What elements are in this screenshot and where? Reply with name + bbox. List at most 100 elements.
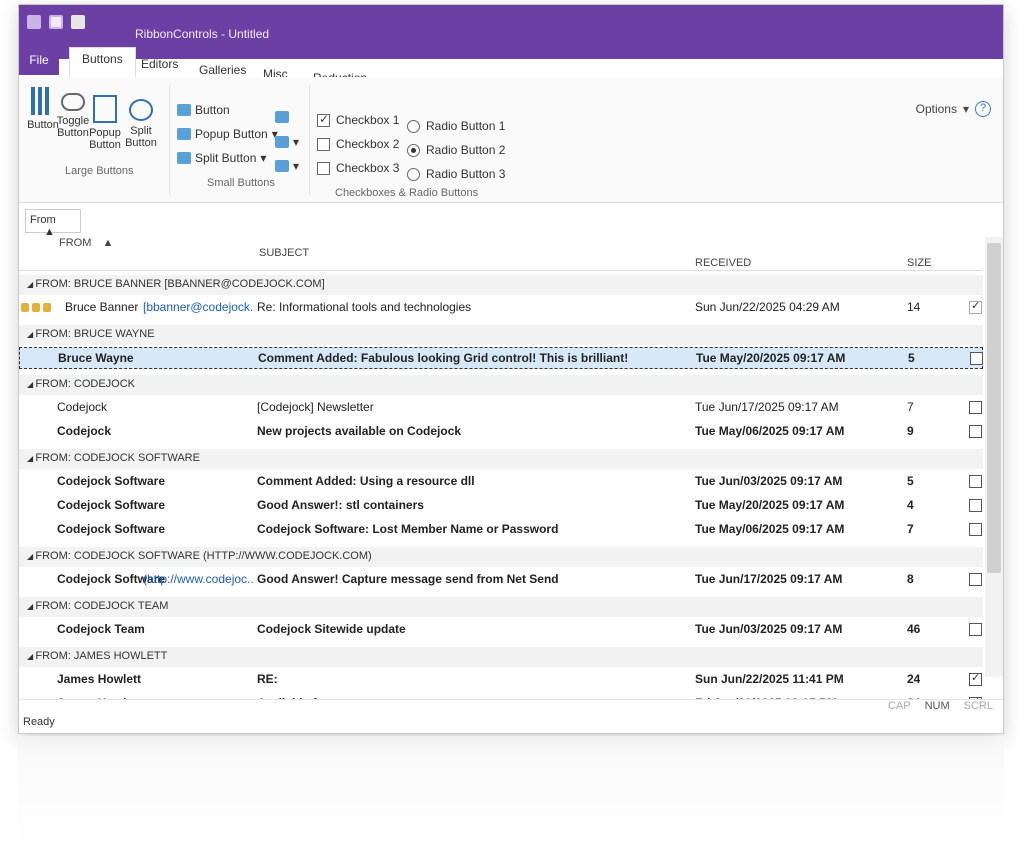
table-row[interactable]: Codejock New projects available on Codejo… xyxy=(19,421,983,443)
cell-from: Codejock xyxy=(57,400,108,414)
flag-checkbox[interactable] xyxy=(969,299,982,314)
icon-split-button[interactable]: ▾ xyxy=(275,159,299,173)
print-icon[interactable] xyxy=(71,15,85,29)
checkbox-box[interactable] xyxy=(317,112,330,127)
split-button[interactable]: Split Button xyxy=(123,99,159,149)
cell-subject: Good Answer! Capture message send from N… xyxy=(257,572,559,586)
flag-checkbox[interactable] xyxy=(970,352,983,365)
toggle-button-label: Toggle Button xyxy=(56,115,90,139)
column-size[interactable]: SIZE xyxy=(907,257,931,269)
cell-received: Tue Jun/03/2025 09:17 AM xyxy=(695,622,843,636)
group-row[interactable]: ◢ FROM: BRUCE BANNER [BBANNER@CODEJOCK.C… xyxy=(19,275,983,295)
quick-access-toolbar xyxy=(27,15,85,29)
group-row[interactable]: ◢ FROM: CODEJOCK SOFTWARE xyxy=(19,449,983,469)
cell-received: Sun Jun/22/2025 11:41 PM xyxy=(695,672,844,686)
radio-3[interactable]: Radio Button 3 xyxy=(407,167,505,181)
tab-editors[interactable]: Editors xyxy=(129,53,190,75)
checkbox-3[interactable]: Checkbox 3 xyxy=(317,161,399,175)
table-row[interactable]: Bruce Wayne Comment Added: Fabulous looki… xyxy=(19,347,983,369)
group-row[interactable]: ◢ FROM: CODEJOCK xyxy=(19,375,983,395)
checkbox-box[interactable] xyxy=(317,137,330,151)
checkbox-2[interactable]: Checkbox 2 xyxy=(317,137,399,151)
popup-button-label: Popup Button xyxy=(89,127,121,151)
cell-received: Tue Jun/17/2025 09:17 AM xyxy=(695,572,843,586)
table-row[interactable]: Codejock [Codejock] Newsletter Tue Jun/17/… xyxy=(19,397,983,419)
small-button[interactable]: Button xyxy=(177,103,230,117)
tab-buttons[interactable]: Buttons xyxy=(69,47,136,77)
message-grid: FROM ▲ SUBJECT RECEIVED SIZE ◢ FROM: BRU… xyxy=(19,237,983,733)
table-row[interactable]: Codejock Software (http://www.codejoc... G… xyxy=(19,569,983,591)
cell-size: 7 xyxy=(907,400,914,414)
radio-2[interactable]: Radio Button 2 xyxy=(407,143,505,157)
table-row[interactable]: James Howlett RE: Sun Jun/22/2025 11:41 PM… xyxy=(19,669,983,691)
table-row[interactable]: Codejock Software Comment Added: Using a … xyxy=(19,471,983,493)
table-row[interactable]: Codejock Software Codejock Software: Lost… xyxy=(19,519,983,541)
window-reflection xyxy=(18,736,1004,846)
grid-icon xyxy=(177,152,191,164)
small-button-label: Button xyxy=(195,103,230,117)
flag-checkbox[interactable] xyxy=(969,499,982,512)
column-subject[interactable]: SUBJECT xyxy=(259,247,309,259)
cell-from: Codejock Team xyxy=(57,622,145,636)
table-row[interactable]: Bruce Banner [bbanner@codejock.com] Re: In… xyxy=(19,297,983,319)
group-row[interactable]: ◢ FROM: BRUCE WAYNE xyxy=(19,325,983,345)
group-label: FROM: BRUCE WAYNE xyxy=(35,328,155,340)
group-row[interactable]: ◢ FROM: JAMES HOWLETT xyxy=(19,647,983,667)
cell-from: Codejock xyxy=(57,424,112,438)
flag-checkbox[interactable] xyxy=(969,401,982,414)
table-row[interactable]: Codejock Software Good Answer!: stl conta… xyxy=(19,495,983,517)
radio-dot[interactable] xyxy=(407,167,420,181)
checkbox-label: Checkbox 2 xyxy=(336,137,400,151)
toggle-button[interactable]: Toggle Button xyxy=(55,93,91,139)
options-label: Options xyxy=(915,102,957,116)
chevron-down-icon: ▾ xyxy=(962,102,969,116)
flag-checkbox[interactable] xyxy=(969,623,982,636)
options-menu[interactable]: Options ▾ ? xyxy=(916,101,991,117)
app-icon xyxy=(27,15,41,29)
radio-dot[interactable] xyxy=(407,119,420,133)
save-icon[interactable] xyxy=(49,15,63,29)
radio-dot[interactable] xyxy=(407,143,420,157)
tab-file[interactable]: File xyxy=(19,49,59,75)
icon-button[interactable] xyxy=(275,111,289,123)
group-label: FROM: BRUCE BANNER [BBANNER@CODEJOCK.COM… xyxy=(35,278,325,290)
group-label-small: Small Buttons xyxy=(207,177,275,189)
checkbox-box[interactable] xyxy=(317,161,330,175)
small-popup-button[interactable]: Popup Button ▾ xyxy=(177,127,278,141)
cell-size: 5 xyxy=(907,474,914,488)
flag-checkbox[interactable] xyxy=(969,475,982,488)
group-label: FROM: CODEJOCK SOFTWARE (HTTP://WWW.CODE… xyxy=(35,550,372,562)
radio-1[interactable]: Radio Button 1 xyxy=(407,119,505,133)
icon-popup-button[interactable]: ▾ xyxy=(275,135,299,149)
popup-button[interactable]: Popup Button xyxy=(87,95,123,151)
flag-checkbox[interactable] xyxy=(969,523,982,536)
vertical-scrollbar[interactable] xyxy=(985,237,1003,677)
group-row[interactable]: ◢ FROM: CODEJOCK SOFTWARE (HTTP://WWW.CO… xyxy=(19,547,983,567)
checkbox-label: Checkbox 3 xyxy=(336,161,400,175)
flag-checkbox[interactable] xyxy=(969,573,982,586)
help-icon[interactable]: ? xyxy=(975,101,991,117)
scroll-thumb[interactable] xyxy=(987,243,1001,573)
group-by-label: From xyxy=(30,214,56,226)
cell-received: Sun Jun/22/2025 04:29 AM xyxy=(695,300,840,314)
column-from[interactable]: FROM ▲ xyxy=(59,237,113,249)
cell-from: James Howlett xyxy=(57,672,142,686)
cell-size: 46 xyxy=(907,622,921,636)
small-split-button[interactable]: Split Button ▾ xyxy=(177,151,266,165)
grid-icon xyxy=(275,160,289,172)
checkbox-1[interactable]: Checkbox 1 xyxy=(317,112,399,127)
flag-checkbox[interactable] xyxy=(969,671,982,686)
radio-label: Radio Button 2 xyxy=(426,143,506,157)
grid-header: FROM ▲ SUBJECT RECEIVED SIZE xyxy=(19,237,983,271)
group-row[interactable]: ◢ FROM: CODEJOCK TEAM xyxy=(19,597,983,617)
cell-subject: Comment Added: Using a resource dll xyxy=(257,474,475,488)
column-received[interactable]: RECEIVED xyxy=(695,257,751,269)
status-ready: Ready xyxy=(23,716,55,728)
group-by-box[interactable]: From ▲ xyxy=(25,209,81,238)
status-cap: CAP xyxy=(887,700,911,712)
table-row[interactable]: Codejock Team Codejock Sitewide update Tue… xyxy=(19,619,983,641)
status-bar: Ready CAP NUM SCRL xyxy=(19,699,1003,733)
flag-checkbox[interactable] xyxy=(969,425,982,438)
group-label: FROM: CODEJOCK xyxy=(35,378,135,390)
cell-from: Bruce Wayne xyxy=(58,351,134,365)
